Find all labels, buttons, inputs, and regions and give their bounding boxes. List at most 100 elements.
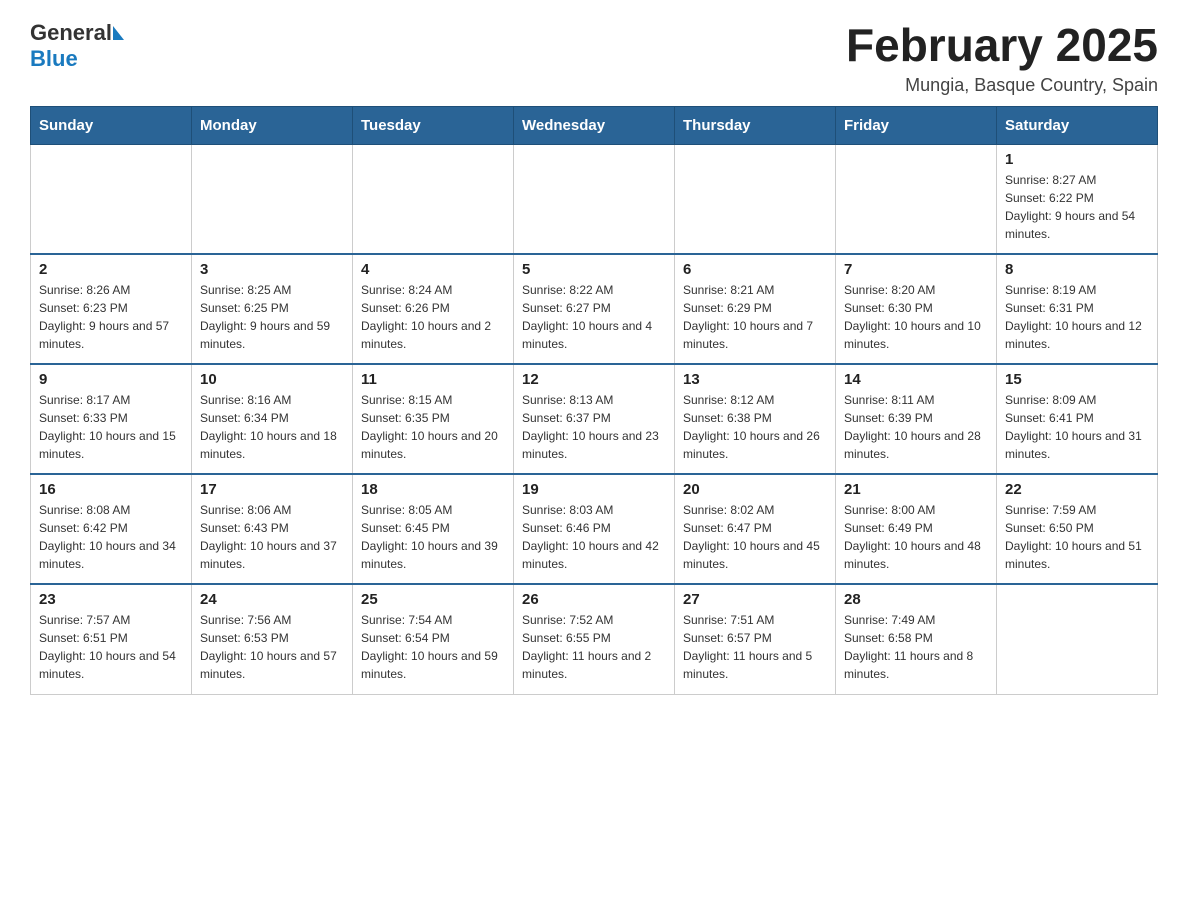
day-number: 13	[683, 371, 827, 388]
day-number: 9	[39, 371, 183, 388]
day-info: Sunrise: 7:59 AM Sunset: 6:50 PM Dayligh…	[1005, 501, 1149, 573]
calendar-cell: 14Sunrise: 8:11 AM Sunset: 6:39 PM Dayli…	[836, 364, 997, 474]
day-info: Sunrise: 8:26 AM Sunset: 6:23 PM Dayligh…	[39, 281, 183, 353]
calendar-cell	[31, 144, 192, 254]
day-info: Sunrise: 8:17 AM Sunset: 6:33 PM Dayligh…	[39, 391, 183, 463]
day-info: Sunrise: 8:20 AM Sunset: 6:30 PM Dayligh…	[844, 281, 988, 353]
calendar-week-row: 2 Sunrise: 8:26 AM Sunset: 6:23 PM Daylig…	[31, 254, 1158, 364]
calendar-cell: 18 Sunrise: 8:05 AM Sunset: 6:45 PM Dayli…	[353, 474, 514, 584]
page-header: General Blue February 2025 Mungia, Basqu…	[30, 20, 1158, 96]
calendar-cell: 20 Sunrise: 8:02 AM Sunset: 6:47 PM Dayli…	[675, 474, 836, 584]
day-number: 18	[361, 481, 505, 498]
day-info: Sunrise: 8:19 AM Sunset: 6:31 PM Dayligh…	[1005, 281, 1149, 353]
calendar-cell: 7 Sunrise: 8:20 AM Sunset: 6:30 PM Daylig…	[836, 254, 997, 364]
calendar-week-row: 23 Sunrise: 7:57 AM Sunset: 6:51 PM Dayli…	[31, 584, 1158, 694]
calendar-week-row: 1 Sunrise: 8:27 AM Sunset: 6:22 PM Daylig…	[31, 144, 1158, 254]
day-info: Sunrise: 8:25 AM Sunset: 6:25 PM Dayligh…	[200, 281, 344, 353]
day-number: 26	[522, 591, 666, 608]
calendar-header-row: SundayMondayTuesdayWednesdayThursdayFrid…	[31, 106, 1158, 144]
calendar-cell: 21 Sunrise: 8:00 AM Sunset: 6:49 PM Dayli…	[836, 474, 997, 584]
calendar-cell	[836, 144, 997, 254]
day-info: Sunrise: 8:11 AM Sunset: 6:39 PM Dayligh…	[844, 391, 988, 463]
calendar-cell: 19 Sunrise: 8:03 AM Sunset: 6:46 PM Dayli…	[514, 474, 675, 584]
day-info: Sunrise: 8:05 AM Sunset: 6:45 PM Dayligh…	[361, 501, 505, 573]
day-number: 10	[200, 371, 344, 388]
day-number: 27	[683, 591, 827, 608]
day-info: Sunrise: 7:56 AM Sunset: 6:53 PM Dayligh…	[200, 611, 344, 683]
calendar-cell	[997, 584, 1158, 694]
day-info: Sunrise: 7:52 AM Sunset: 6:55 PM Dayligh…	[522, 611, 666, 683]
day-number: 8	[1005, 261, 1149, 278]
calendar-cell: 5 Sunrise: 8:22 AM Sunset: 6:27 PM Daylig…	[514, 254, 675, 364]
day-number: 21	[844, 481, 988, 498]
day-info: Sunrise: 8:27 AM Sunset: 6:22 PM Dayligh…	[1005, 171, 1149, 243]
calendar-cell: 17 Sunrise: 8:06 AM Sunset: 6:43 PM Dayli…	[192, 474, 353, 584]
day-number: 28	[844, 591, 988, 608]
calendar-cell: 16Sunrise: 8:08 AM Sunset: 6:42 PM Dayli…	[31, 474, 192, 584]
day-info: Sunrise: 8:03 AM Sunset: 6:46 PM Dayligh…	[522, 501, 666, 573]
day-info: Sunrise: 8:08 AM Sunset: 6:42 PM Dayligh…	[39, 501, 183, 573]
calendar-cell: 10 Sunrise: 8:16 AM Sunset: 6:34 PM Dayli…	[192, 364, 353, 474]
day-number: 15	[1005, 371, 1149, 388]
day-info: Sunrise: 7:54 AM Sunset: 6:54 PM Dayligh…	[361, 611, 505, 683]
day-info: Sunrise: 7:57 AM Sunset: 6:51 PM Dayligh…	[39, 611, 183, 683]
day-header-sunday: Sunday	[31, 106, 192, 144]
page-title: February 2025	[846, 20, 1158, 71]
day-header-saturday: Saturday	[997, 106, 1158, 144]
day-info: Sunrise: 8:00 AM Sunset: 6:49 PM Dayligh…	[844, 501, 988, 573]
day-number: 24	[200, 591, 344, 608]
day-number: 20	[683, 481, 827, 498]
calendar-cell: 1 Sunrise: 8:27 AM Sunset: 6:22 PM Daylig…	[997, 144, 1158, 254]
day-info: Sunrise: 8:13 AM Sunset: 6:37 PM Dayligh…	[522, 391, 666, 463]
calendar-cell: 2 Sunrise: 8:26 AM Sunset: 6:23 PM Daylig…	[31, 254, 192, 364]
day-header-tuesday: Tuesday	[353, 106, 514, 144]
title-section: February 2025 Mungia, Basque Country, Sp…	[846, 20, 1158, 96]
day-info: Sunrise: 8:22 AM Sunset: 6:27 PM Dayligh…	[522, 281, 666, 353]
day-info: Sunrise: 8:16 AM Sunset: 6:34 PM Dayligh…	[200, 391, 344, 463]
day-header-thursday: Thursday	[675, 106, 836, 144]
day-header-monday: Monday	[192, 106, 353, 144]
calendar-cell: 4Sunrise: 8:24 AM Sunset: 6:26 PM Daylig…	[353, 254, 514, 364]
day-info: Sunrise: 8:21 AM Sunset: 6:29 PM Dayligh…	[683, 281, 827, 353]
calendar-cell: 9 Sunrise: 8:17 AM Sunset: 6:33 PM Daylig…	[31, 364, 192, 474]
day-number: 6	[683, 261, 827, 278]
day-number: 23	[39, 591, 183, 608]
day-number: 5	[522, 261, 666, 278]
calendar-cell: 8 Sunrise: 8:19 AM Sunset: 6:31 PM Daylig…	[997, 254, 1158, 364]
day-header-friday: Friday	[836, 106, 997, 144]
calendar-cell: 27 Sunrise: 7:51 AM Sunset: 6:57 PM Dayli…	[675, 584, 836, 694]
calendar-cell: 24 Sunrise: 7:56 AM Sunset: 6:53 PM Dayli…	[192, 584, 353, 694]
calendar-cell: 22 Sunrise: 7:59 AM Sunset: 6:50 PM Dayli…	[997, 474, 1158, 584]
logo-triangle-icon	[113, 26, 124, 40]
day-number: 7	[844, 261, 988, 278]
calendar-cell: 13Sunrise: 8:12 AM Sunset: 6:38 PM Dayli…	[675, 364, 836, 474]
calendar-table: SundayMondayTuesdayWednesdayThursdayFrid…	[30, 106, 1158, 695]
calendar-week-row: 16Sunrise: 8:08 AM Sunset: 6:42 PM Dayli…	[31, 474, 1158, 584]
calendar-cell	[675, 144, 836, 254]
day-info: Sunrise: 8:06 AM Sunset: 6:43 PM Dayligh…	[200, 501, 344, 573]
day-number: 12	[522, 371, 666, 388]
logo-general: General	[30, 20, 112, 46]
day-number: 2	[39, 261, 183, 278]
calendar-cell: 23 Sunrise: 7:57 AM Sunset: 6:51 PM Dayli…	[31, 584, 192, 694]
calendar-cell	[353, 144, 514, 254]
day-number: 22	[1005, 481, 1149, 498]
day-number: 19	[522, 481, 666, 498]
calendar-cell: 6 Sunrise: 8:21 AM Sunset: 6:29 PM Daylig…	[675, 254, 836, 364]
day-number: 25	[361, 591, 505, 608]
calendar-cell	[514, 144, 675, 254]
day-info: Sunrise: 8:09 AM Sunset: 6:41 PM Dayligh…	[1005, 391, 1149, 463]
page-subtitle: Mungia, Basque Country, Spain	[846, 75, 1158, 96]
logo: General Blue	[30, 20, 124, 72]
day-info: Sunrise: 8:02 AM Sunset: 6:47 PM Dayligh…	[683, 501, 827, 573]
day-number: 17	[200, 481, 344, 498]
day-number: 11	[361, 371, 505, 388]
calendar-cell: 12 Sunrise: 8:13 AM Sunset: 6:37 PM Dayli…	[514, 364, 675, 474]
day-number: 1	[1005, 151, 1149, 168]
calendar-cell: 15 Sunrise: 8:09 AM Sunset: 6:41 PM Dayli…	[997, 364, 1158, 474]
calendar-week-row: 9 Sunrise: 8:17 AM Sunset: 6:33 PM Daylig…	[31, 364, 1158, 474]
calendar-cell: 26 Sunrise: 7:52 AM Sunset: 6:55 PM Dayli…	[514, 584, 675, 694]
calendar-cell: 28Sunrise: 7:49 AM Sunset: 6:58 PM Dayli…	[836, 584, 997, 694]
calendar-cell: 11Sunrise: 8:15 AM Sunset: 6:35 PM Dayli…	[353, 364, 514, 474]
day-info: Sunrise: 7:51 AM Sunset: 6:57 PM Dayligh…	[683, 611, 827, 683]
